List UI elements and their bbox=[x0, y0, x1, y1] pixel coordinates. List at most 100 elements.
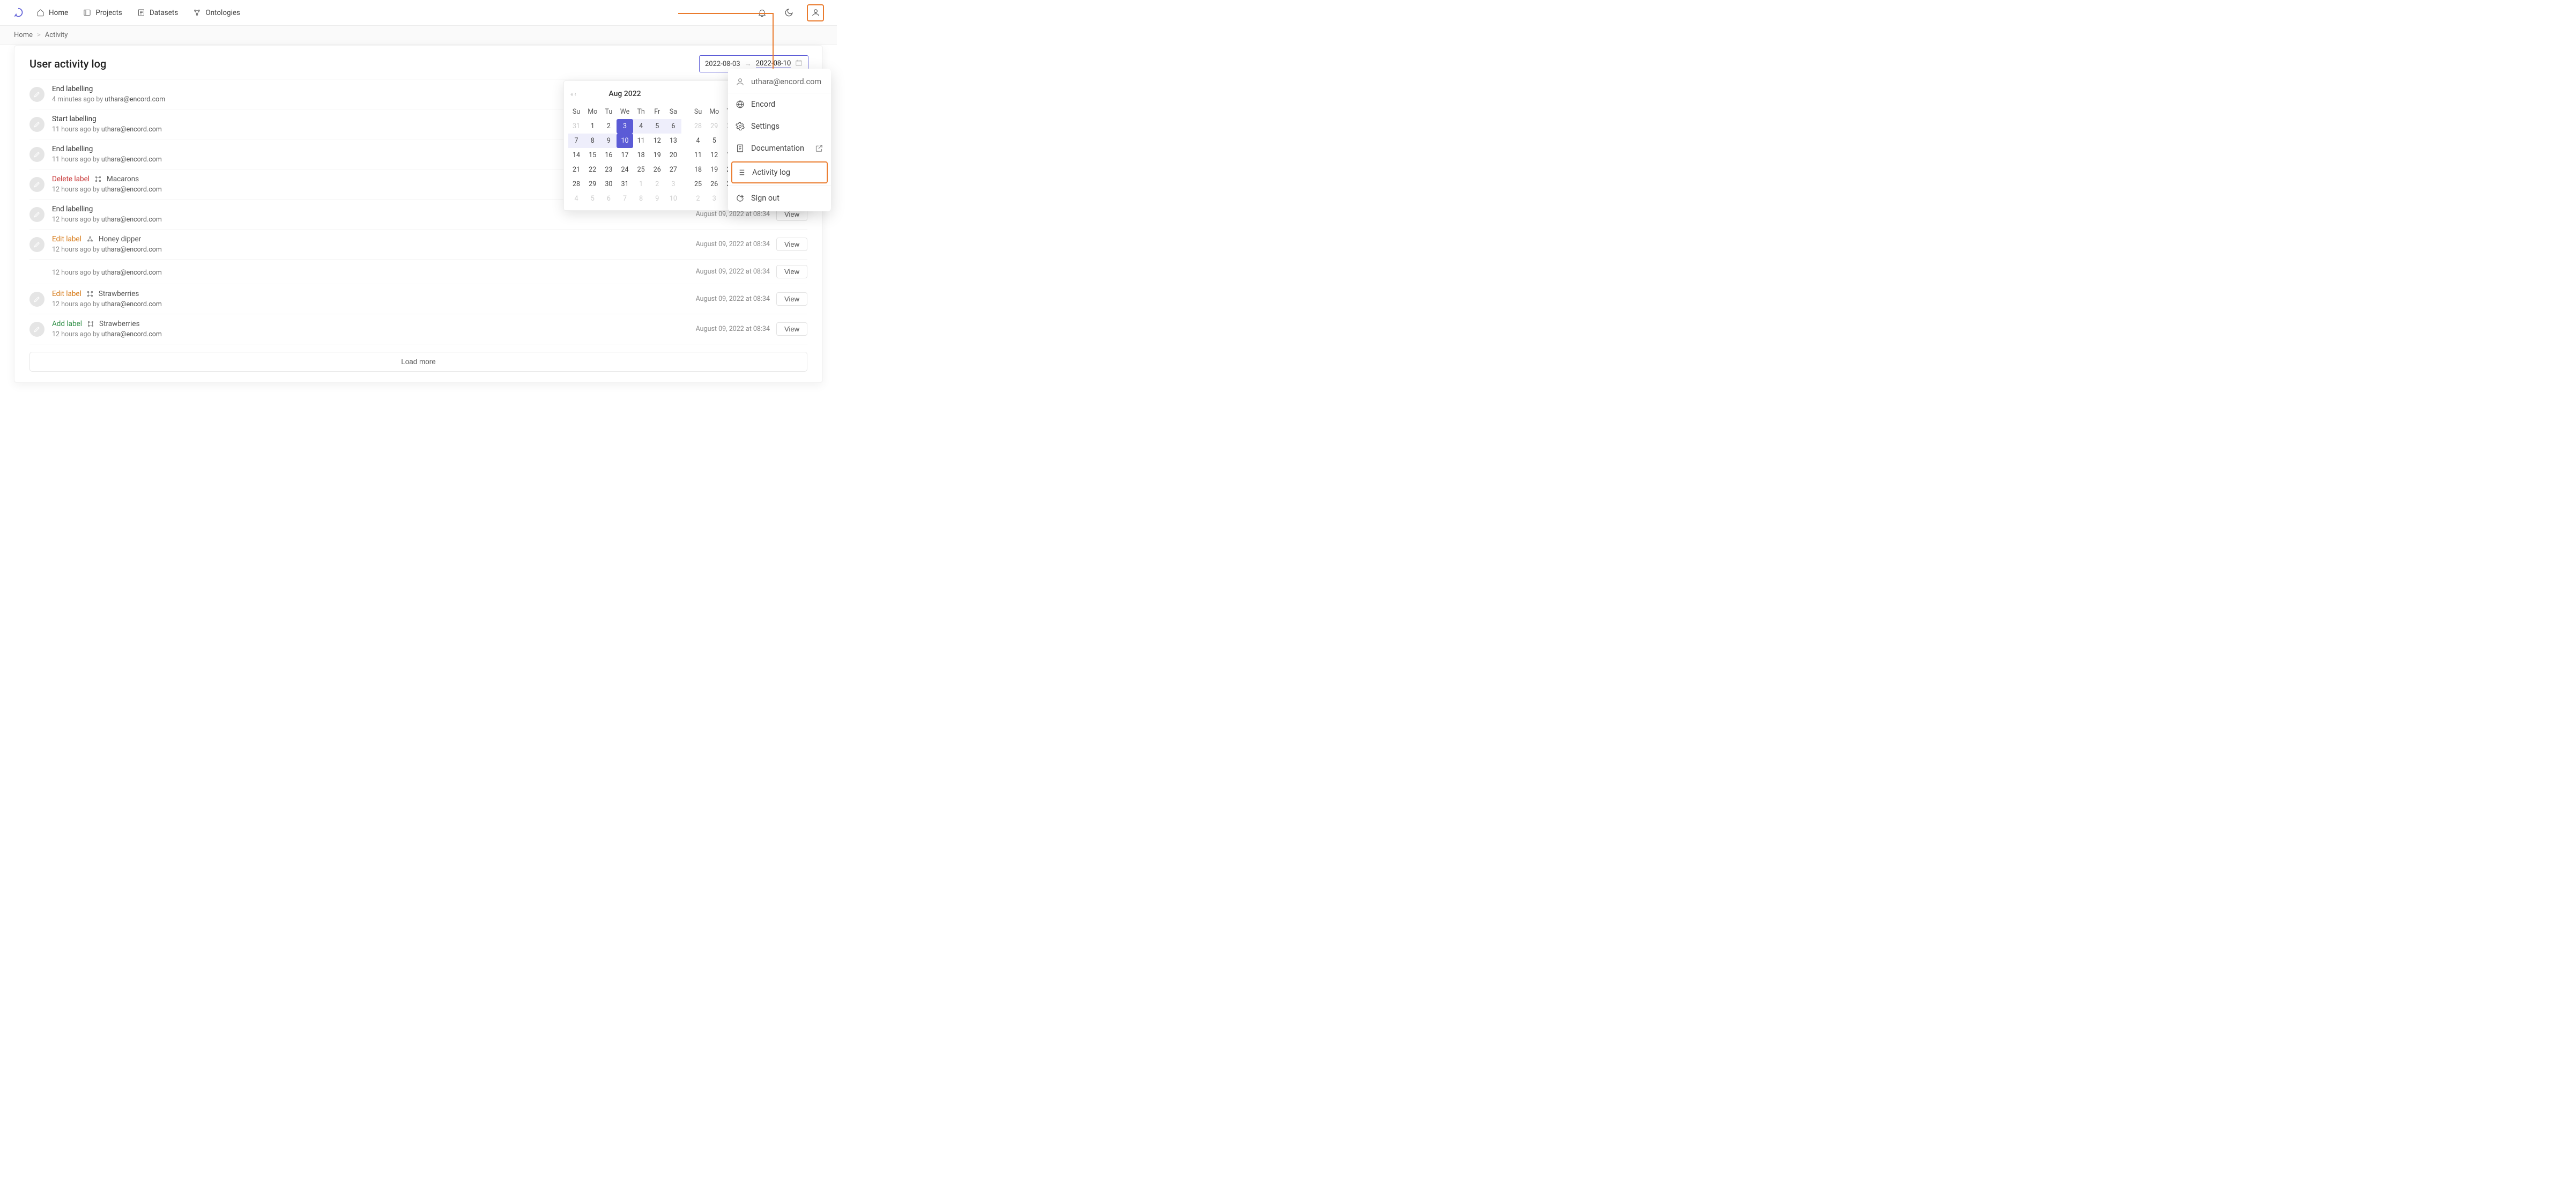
activity-meta: 12 hours ago by uthara@encord.com bbox=[52, 246, 696, 254]
calendar-dow: Sa bbox=[665, 105, 681, 119]
calendar-day: 2 bbox=[649, 177, 665, 191]
activity-timestamp: August 09, 2022 at 08:34 bbox=[696, 268, 770, 276]
calendar-day[interactable]: 29 bbox=[584, 177, 600, 191]
pencil-icon bbox=[33, 91, 41, 98]
load-more-button[interactable]: Load more bbox=[29, 352, 807, 372]
annotation-line-vertical bbox=[773, 13, 774, 76]
calendar-day[interactable]: 6 bbox=[665, 119, 681, 134]
sign-out-icon bbox=[736, 194, 745, 203]
by-label: by bbox=[93, 186, 100, 194]
calendar-dow: Tu bbox=[600, 105, 617, 119]
calendar-dow: Mo bbox=[706, 105, 722, 119]
pencil-icon bbox=[33, 121, 41, 128]
calendar-day[interactable]: 5 bbox=[706, 134, 722, 148]
activity-timestamp: August 09, 2022 at 08:34 bbox=[696, 325, 770, 333]
calendar-day[interactable]: 1 bbox=[584, 119, 600, 134]
object-type-icon bbox=[87, 236, 93, 242]
calendar-day[interactable]: 21 bbox=[568, 163, 584, 177]
activity-time-rel: 12 hours ago bbox=[52, 186, 91, 194]
calendar-day[interactable]: 12 bbox=[706, 148, 722, 163]
calendar-day[interactable]: 11 bbox=[633, 134, 649, 148]
calendar-dow: Fr bbox=[649, 105, 665, 119]
calendar-day[interactable]: 12 bbox=[649, 134, 665, 148]
user-menu-documentation[interactable]: Documentation bbox=[728, 137, 831, 159]
calendar-day: 8 bbox=[633, 191, 649, 206]
by-label: by bbox=[93, 246, 100, 254]
calendar-left-label: Aug 2022 bbox=[608, 90, 641, 98]
user-menu-activity-log-label: Activity log bbox=[752, 168, 790, 177]
view-button[interactable]: View bbox=[776, 265, 807, 278]
calendar-day[interactable]: 2 bbox=[600, 119, 617, 134]
calendar-day[interactable]: 18 bbox=[690, 163, 706, 177]
calendar-prev-buttons[interactable]: « ‹ bbox=[570, 91, 576, 98]
nav-ontologies[interactable]: Ontologies bbox=[193, 9, 240, 17]
date-start: 2022-08-03 bbox=[705, 60, 740, 68]
user-menu-activity-log[interactable]: Activity log bbox=[731, 161, 828, 183]
calendar-day[interactable]: 5 bbox=[649, 119, 665, 134]
calendar-day[interactable]: 4 bbox=[633, 119, 649, 134]
calendar-day[interactable]: 17 bbox=[617, 148, 633, 163]
calendar-day[interactable]: 24 bbox=[617, 163, 633, 177]
calendar-day[interactable]: 4 bbox=[690, 134, 706, 148]
calendar-day: 2 bbox=[690, 191, 706, 206]
nav-home[interactable]: Home bbox=[36, 9, 68, 17]
calendar-day[interactable]: 28 bbox=[568, 177, 584, 191]
calendar-day[interactable]: 19 bbox=[649, 148, 665, 163]
calendar-day[interactable]: 20 bbox=[665, 148, 681, 163]
activity-object: Macarons bbox=[107, 175, 139, 183]
calendar-day[interactable]: 7 bbox=[568, 134, 584, 148]
calendar-day[interactable]: 18 bbox=[633, 148, 649, 163]
view-button[interactable]: View bbox=[776, 292, 807, 306]
chevron-double-left-icon: « bbox=[570, 91, 573, 98]
user-menu-sign-out[interactable]: Sign out bbox=[728, 187, 831, 209]
calendar-day[interactable]: 14 bbox=[568, 148, 584, 163]
view-button[interactable]: View bbox=[776, 238, 807, 251]
calendar-day[interactable]: 25 bbox=[690, 177, 706, 191]
calendar-day[interactable]: 31 bbox=[617, 177, 633, 191]
list-icon bbox=[737, 168, 746, 177]
calendar-day[interactable]: 19 bbox=[706, 163, 722, 177]
calendar-day[interactable]: 30 bbox=[600, 177, 617, 191]
view-button[interactable]: View bbox=[776, 322, 807, 336]
calendar-day[interactable]: 16 bbox=[600, 148, 617, 163]
nav-datasets-label: Datasets bbox=[150, 9, 178, 17]
user-menu-sign-out-label: Sign out bbox=[751, 194, 780, 203]
home-icon bbox=[36, 9, 44, 17]
calendar-day: 4 bbox=[568, 191, 584, 206]
calendar-day[interactable]: 11 bbox=[690, 148, 706, 163]
object-type-icon bbox=[95, 176, 101, 182]
activity-action: Edit label bbox=[52, 290, 81, 298]
calendar-day[interactable]: 8 bbox=[584, 134, 600, 148]
activity-time-rel: 11 hours ago bbox=[52, 125, 91, 134]
user-menu-settings[interactable]: Settings bbox=[728, 115, 831, 137]
gear-icon bbox=[736, 122, 745, 131]
breadcrumb: Home > Activity bbox=[0, 26, 837, 45]
calendar-day[interactable]: 9 bbox=[600, 134, 617, 148]
nav-projects[interactable]: Projects bbox=[83, 9, 122, 17]
activity-object: Strawberries bbox=[99, 290, 139, 298]
breadcrumb-home[interactable]: Home bbox=[14, 31, 33, 39]
nav-datasets[interactable]: Datasets bbox=[137, 9, 178, 17]
user-menu-encord-label: Encord bbox=[751, 100, 775, 109]
logo-icon bbox=[13, 8, 24, 18]
calendar-day[interactable]: 10 bbox=[617, 134, 633, 148]
calendar-day[interactable]: 22 bbox=[584, 163, 600, 177]
activity-action: End labelling bbox=[52, 145, 93, 153]
calendar-day[interactable]: 15 bbox=[584, 148, 600, 163]
calendar-day[interactable]: 3 bbox=[617, 119, 633, 134]
user-menu-button[interactable] bbox=[807, 4, 824, 21]
calendar-day[interactable]: 26 bbox=[706, 177, 722, 191]
activity-row: Add labelStrawberries12 hours ago by uth… bbox=[29, 314, 807, 344]
calendar-month-left: « ‹ Aug 2022 SuMoTuWeThFrSa3112345678910… bbox=[564, 86, 686, 206]
calendar-day[interactable]: 27 bbox=[665, 163, 681, 177]
globe-icon bbox=[736, 100, 745, 109]
activity-user: uthara@encord.com bbox=[101, 330, 162, 338]
activity-time-rel: 12 hours ago bbox=[52, 300, 91, 308]
calendar-day[interactable]: 23 bbox=[600, 163, 617, 177]
activity-user: uthara@encord.com bbox=[101, 125, 162, 134]
theme-toggle[interactable] bbox=[780, 4, 797, 21]
calendar-day[interactable]: 26 bbox=[649, 163, 665, 177]
user-menu-encord[interactable]: Encord bbox=[728, 93, 831, 115]
calendar-day[interactable]: 13 bbox=[665, 134, 681, 148]
calendar-day[interactable]: 25 bbox=[633, 163, 649, 177]
